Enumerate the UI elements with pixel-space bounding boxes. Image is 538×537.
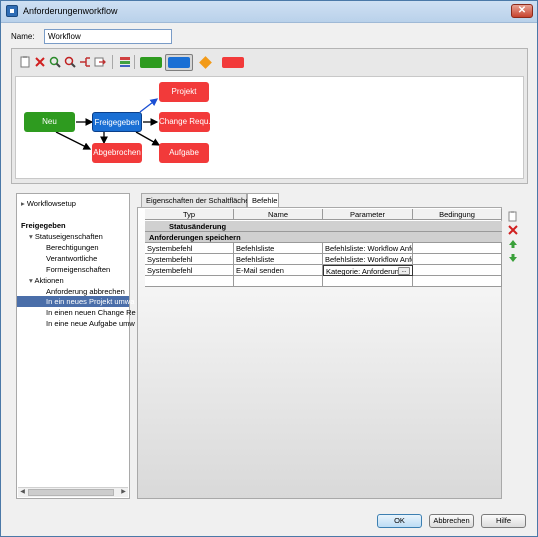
copy-icon[interactable]	[507, 210, 519, 222]
state-change-request[interactable]: Change Requ...	[159, 112, 210, 132]
table-row[interactable]: Systembefehl E-Mail senden Kategorie: An…	[145, 265, 502, 276]
delete-icon[interactable]	[33, 55, 47, 69]
column-header-parameter[interactable]: Parameter	[323, 209, 413, 220]
tree-item-statuseigenschaften[interactable]: ▾ Statuseigenschaften	[29, 231, 103, 242]
state-abgebrochen[interactable]: Abgebrochen	[92, 143, 142, 163]
move-down-icon[interactable]	[507, 252, 519, 264]
name-input[interactable]	[44, 29, 172, 44]
grid-icon[interactable]	[118, 55, 132, 69]
close-button[interactable]: ✕	[511, 4, 533, 18]
scroll-thumb[interactable]	[28, 489, 114, 496]
cell-empty	[234, 276, 323, 287]
tree-item-neue-aufgabe[interactable]: In eine neue Aufgabe umw	[46, 318, 135, 329]
group-row[interactable]: Statusänderung	[145, 221, 502, 232]
orange-decision-button[interactable]	[199, 56, 212, 69]
workflow-dialog: Anforderungenworkflow ✕ Name: Workflow N…	[0, 0, 538, 537]
cell-parameter-editing[interactable]: Kategorie: Anforderun... ...	[323, 265, 413, 276]
zoom-in-icon[interactable]	[48, 55, 62, 69]
workflow-canvas[interactable]: Neu Freigegeben Projekt Change Requ... A…	[15, 76, 524, 179]
ok-button[interactable]: OK	[377, 514, 422, 528]
tree-item-workflowsetup[interactable]: ▸ Workflowsetup	[21, 198, 76, 209]
tab-befehle[interactable]: Befehle	[247, 193, 279, 207]
cell-name: Befehlsliste	[234, 243, 323, 254]
table-row-empty[interactable]	[145, 276, 502, 287]
tree-item-neues-projekt[interactable]: In ein neues Projekt umwa	[17, 296, 134, 307]
cell-typ: Systembefehl	[145, 243, 234, 254]
export-icon[interactable]	[93, 55, 107, 69]
state-freigegeben[interactable]: Freigegeben	[92, 112, 142, 132]
cell-bedingung[interactable]	[413, 265, 502, 276]
tree-item-neuer-change-request[interactable]: In einen neuen Change Re	[46, 307, 136, 318]
group-label: Anforderungen speichern	[149, 233, 241, 242]
horizontal-scrollbar[interactable]: ◀ ▶	[18, 487, 128, 497]
cancel-button[interactable]: Abbrechen	[429, 514, 474, 528]
state-aufgabe[interactable]: Aufgabe	[159, 143, 209, 163]
cell-parameter[interactable]: Befehlsliste: Workflow Anfor...	[323, 243, 413, 254]
table-header: Typ Name Parameter Bedingung	[145, 209, 502, 220]
cell-typ: Systembefehl	[145, 254, 234, 265]
column-header-typ[interactable]: Typ	[145, 209, 234, 220]
arrow-neu-abgebrochen	[55, 131, 92, 150]
table-row[interactable]: Systembefehl Befehlsliste Befehlsliste: …	[145, 243, 502, 254]
new-icon[interactable]	[18, 55, 32, 69]
tree-item-formeigenschaften[interactable]: Formeigenschaften	[46, 264, 110, 275]
move-up-icon[interactable]	[507, 238, 519, 250]
workflow-designer: Neu Freigegeben Projekt Change Requ... A…	[11, 48, 528, 184]
tab-eigenschaften[interactable]: Eigenschaften der Schaltfläche	[141, 193, 249, 207]
name-label: Name:	[11, 32, 35, 41]
column-header-bedingung[interactable]: Bedingung	[413, 209, 502, 220]
group-label: Statusänderung	[169, 222, 227, 231]
toolbar-separator	[112, 55, 113, 69]
cell-parameter[interactable]: Befehlsliste: Workflow Anfo...	[323, 254, 413, 265]
state-projekt[interactable]: Projekt	[159, 82, 209, 102]
cell-empty	[145, 276, 234, 287]
cell-bedingung[interactable]	[413, 254, 502, 265]
state-neu[interactable]: Neu	[24, 112, 75, 132]
green-state-button[interactable]	[140, 57, 162, 68]
window-title: Anforderungenworkflow	[23, 6, 118, 16]
tree-item-verantwortliche[interactable]: Verantwortliche	[46, 253, 97, 264]
red-state-button[interactable]	[222, 57, 244, 68]
cell-parameter: Kategorie: Anforderun...	[326, 267, 406, 276]
arrow-freigegeben-projekt	[139, 98, 159, 113]
app-icon	[6, 5, 18, 17]
group-row[interactable]: Anforderungen speichern	[145, 232, 502, 243]
zoom-out-icon[interactable]	[63, 55, 77, 69]
settings-tree: ▸ Workflowsetup Freigegeben ▾ Statuseige…	[16, 193, 136, 499]
title-bar: Anforderungenworkflow ✕	[1, 1, 537, 23]
blue-state-button[interactable]	[168, 57, 190, 68]
scroll-left-icon[interactable]: ◀	[18, 488, 27, 497]
tree-item-aktionen[interactable]: ▾ Aktionen	[29, 275, 64, 286]
tree-item-berechtigungen[interactable]: Berechtigungen	[46, 242, 99, 253]
cell-empty	[323, 276, 413, 287]
cell-typ: Systembefehl	[145, 265, 234, 276]
ellipsis-button[interactable]: ...	[398, 267, 410, 275]
help-button[interactable]: Hilfe	[481, 514, 526, 528]
cell-bedingung[interactable]	[413, 243, 502, 254]
cell-name: E-Mail senden	[234, 265, 323, 276]
column-header-name[interactable]: Name	[234, 209, 323, 220]
toolbar-separator	[134, 55, 135, 69]
delete-icon[interactable]	[507, 224, 519, 236]
commands-table-panel: Typ Name Parameter Bedingung Statusänder…	[137, 207, 502, 499]
scroll-right-icon[interactable]: ▶	[119, 488, 128, 497]
cell-empty	[413, 276, 502, 287]
cell-name: Befehlsliste	[234, 254, 323, 265]
table-row[interactable]: Systembefehl Befehlsliste Befehlsliste: …	[145, 254, 502, 265]
layout-icon[interactable]	[78, 55, 92, 69]
tree-item-freigegeben[interactable]: Freigegeben	[21, 220, 66, 231]
